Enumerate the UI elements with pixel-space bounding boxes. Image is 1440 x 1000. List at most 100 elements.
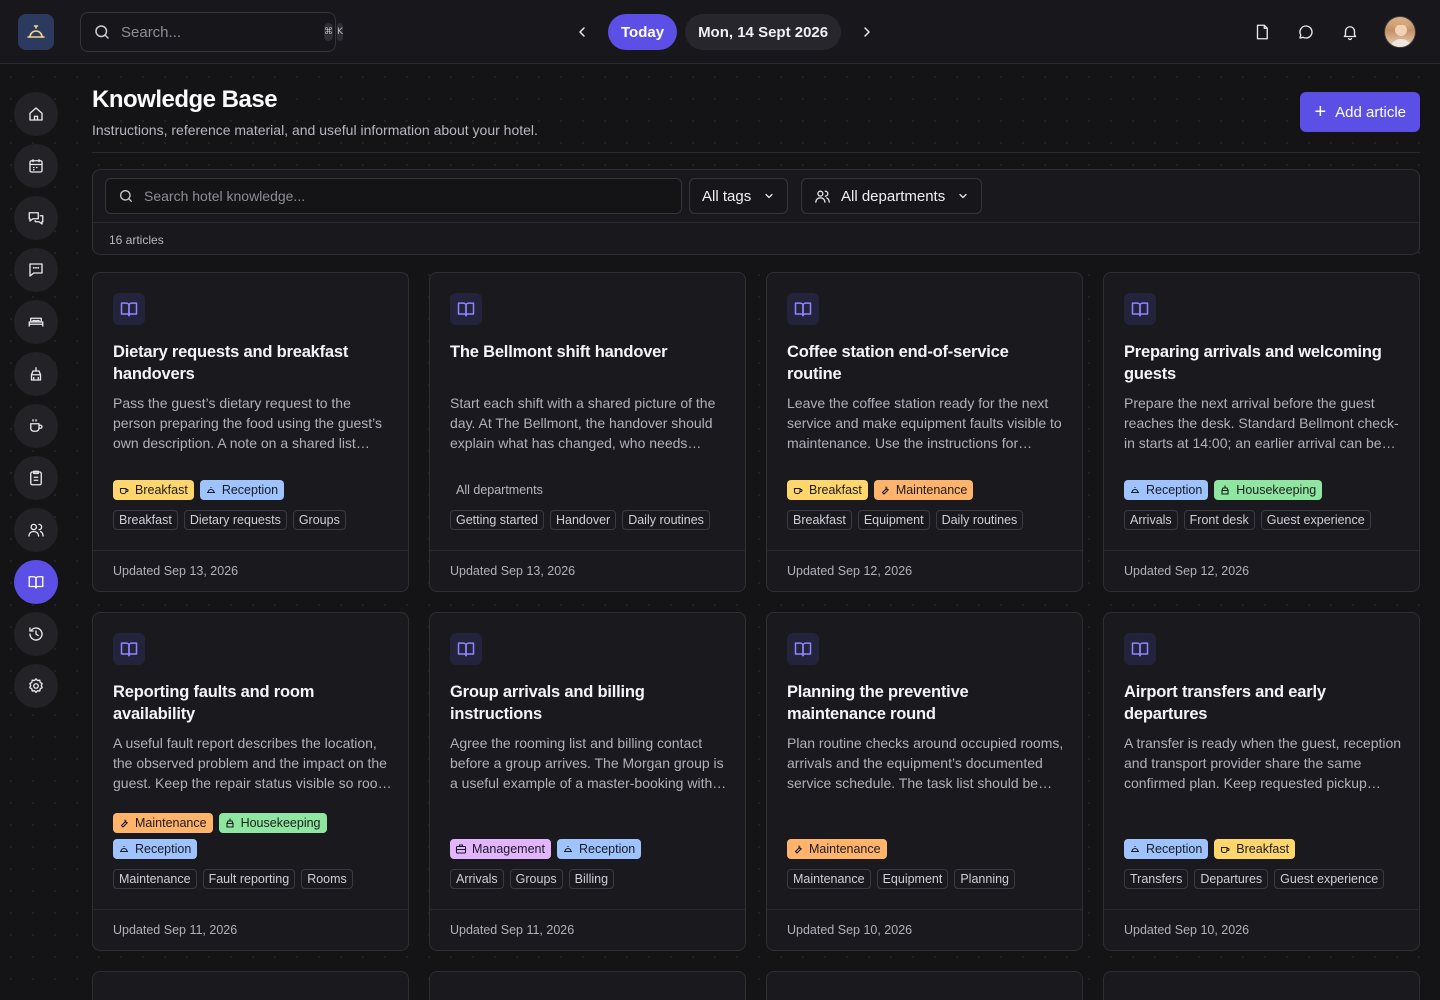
tag-chip[interactable]: Guest experience <box>1260 510 1371 530</box>
hotel-bell-logo-icon[interactable] <box>18 14 54 50</box>
sidebar-item-calendar[interactable] <box>14 144 58 188</box>
article-card[interactable]: Reporting faults and room availability A… <box>92 612 409 951</box>
article-card[interactable]: Group arrivals and billing instructions … <box>429 612 746 951</box>
article-card[interactable]: Preparing arrivals and welcoming guests … <box>1103 272 1420 592</box>
tag-chip[interactable]: Departures <box>1194 869 1269 889</box>
coffee-cup-icon <box>1219 843 1231 855</box>
sidebar-item-history[interactable] <box>14 612 58 656</box>
article-title[interactable]: Group arrivals and billing instructions <box>450 681 730 725</box>
plus-icon: + <box>1314 101 1327 123</box>
sidebar-item-knowledge-base[interactable] <box>14 560 58 604</box>
search-icon <box>118 188 134 204</box>
department-badges: Breakfast Maintenance <box>787 480 1072 500</box>
department-badges: Breakfast Reception <box>113 480 398 500</box>
book-open-icon <box>1124 633 1156 665</box>
knowledge-search-input[interactable] <box>144 188 669 204</box>
tag-chip[interactable]: Breakfast <box>113 510 178 530</box>
tag-chip[interactable]: Groups <box>292 510 346 530</box>
article-card[interactable]: The Bellmont shift handover Start each s… <box>429 272 746 592</box>
tag-chip[interactable]: Equipment <box>876 869 949 889</box>
article-description: A transfer is ready when the guest, rece… <box>1124 735 1402 791</box>
article-title[interactable]: Preparing arrivals and welcoming guests <box>1124 341 1404 385</box>
updated-date: Updated Sep 13, 2026 <box>430 550 745 591</box>
article-title[interactable]: Dietary requests and breakfast handovers <box>113 341 393 385</box>
departments-filter-select[interactable]: All departments <box>801 178 983 214</box>
tag-chip[interactable]: Getting started <box>450 510 544 530</box>
sidebar-item-breakfast[interactable] <box>14 404 58 448</box>
article-card-partial[interactable] <box>429 971 746 1000</box>
article-card[interactable]: Coffee station end-of-service routine Le… <box>766 272 1083 592</box>
article-card-partial[interactable] <box>766 971 1083 1000</box>
article-card-partial[interactable] <box>1103 971 1420 1000</box>
page-subtitle: Instructions, reference material, and us… <box>92 122 538 138</box>
previous-day-chevron-left-icon[interactable] <box>568 14 596 50</box>
tag-chip[interactable]: Planning <box>954 869 1015 889</box>
article-description: Start each shift with a shared picture o… <box>450 395 716 451</box>
tags-filter-label: All tags <box>702 187 752 205</box>
article-card[interactable]: Dietary requests and breakfast handovers… <box>92 272 409 592</box>
tag-chip[interactable]: Billing <box>568 869 615 889</box>
sidebar-item-conversations[interactable] <box>14 196 58 240</box>
today-button[interactable]: Today <box>608 14 678 50</box>
global-search-input[interactable] <box>121 23 320 41</box>
tag-chip[interactable]: Daily routines <box>935 510 1024 530</box>
sidebar-item-settings[interactable] <box>14 664 58 708</box>
sidebar-item-rooms[interactable] <box>14 300 58 344</box>
sidebar-item-guests[interactable] <box>14 508 58 552</box>
messages-chat-icon[interactable] <box>1288 14 1324 50</box>
all-departments-label: All departments <box>456 483 543 497</box>
article-card[interactable]: Planning the preventive maintenance roun… <box>766 612 1083 951</box>
article-title[interactable]: Planning the preventive maintenance roun… <box>787 681 1067 725</box>
tag-chip[interactable]: Transfers <box>1124 869 1189 889</box>
notifications-bell-icon[interactable] <box>1332 14 1368 50</box>
sidebar <box>14 92 58 716</box>
calendar-icon <box>27 157 45 175</box>
chevron-down-icon <box>763 190 775 202</box>
tag-chip[interactable]: Rooms <box>301 869 353 889</box>
article-title[interactable]: Airport transfers and early departures <box>1124 681 1404 725</box>
article-card[interactable]: Airport transfers and early departures A… <box>1103 612 1420 951</box>
book-open-icon <box>113 293 145 325</box>
notes-file-icon[interactable] <box>1244 14 1280 50</box>
tag-chip[interactable]: Groups <box>509 869 563 889</box>
tag-chip[interactable]: Daily routines <box>622 510 710 530</box>
tags-filter-select[interactable]: All tags <box>689 178 789 214</box>
reception-bell-icon <box>205 484 217 496</box>
sidebar-item-messages[interactable] <box>14 248 58 292</box>
article-title[interactable]: Reporting faults and room availability <box>113 681 393 725</box>
tag-chip[interactable]: Handover <box>550 510 617 530</box>
article-title[interactable]: The Bellmont shift handover <box>450 341 730 363</box>
book-open-icon <box>113 633 145 665</box>
sidebar-item-home[interactable] <box>14 92 58 136</box>
tag-chip[interactable]: Maintenance <box>113 869 197 889</box>
tag-chip[interactable]: Arrivals <box>1124 510 1178 530</box>
wrench-icon <box>879 484 891 496</box>
tag-chip[interactable]: Equipment <box>857 510 930 530</box>
tag-chip[interactable]: Fault reporting <box>202 869 296 889</box>
department-badge: Breakfast <box>1214 839 1296 859</box>
article-title[interactable]: Coffee station end-of-service routine <box>787 341 1067 385</box>
department-badges: All departments <box>450 480 735 500</box>
knowledge-search-box[interactable] <box>105 178 682 214</box>
next-day-chevron-right-icon[interactable] <box>853 14 881 50</box>
sidebar-item-housekeeping[interactable] <box>14 352 58 396</box>
tag-chip[interactable]: Front desk <box>1183 510 1255 530</box>
book-open-icon <box>1124 293 1156 325</box>
article-description: Prepare the next arrival before the gues… <box>1124 395 1399 451</box>
current-date-button[interactable]: Mon, 14 Sept 2026 <box>685 14 842 50</box>
tag-chip[interactable]: Dietary requests <box>183 510 287 530</box>
add-article-button[interactable]: + Add article <box>1300 92 1420 132</box>
tag-chip[interactable]: Guest experience <box>1274 869 1385 889</box>
conversations-icon <box>27 209 45 227</box>
global-search-box[interactable]: ⌘ K <box>80 12 343 52</box>
tag-chip[interactable]: Arrivals <box>450 869 504 889</box>
article-card-partial[interactable] <box>92 971 409 1000</box>
article-description: Plan routine checks around occupied room… <box>787 735 1064 791</box>
tag-chip[interactable]: Breakfast <box>787 510 852 530</box>
sidebar-item-tasks[interactable] <box>14 456 58 500</box>
tag-list: Maintenance Equipment Planning <box>787 869 1072 889</box>
user-avatar[interactable] <box>1384 16 1416 48</box>
tag-chip[interactable]: Maintenance <box>787 869 871 889</box>
tag-list: Getting started Handover Daily routines <box>450 510 735 530</box>
filter-panel: All tags All departments 16 articles <box>92 169 1420 255</box>
